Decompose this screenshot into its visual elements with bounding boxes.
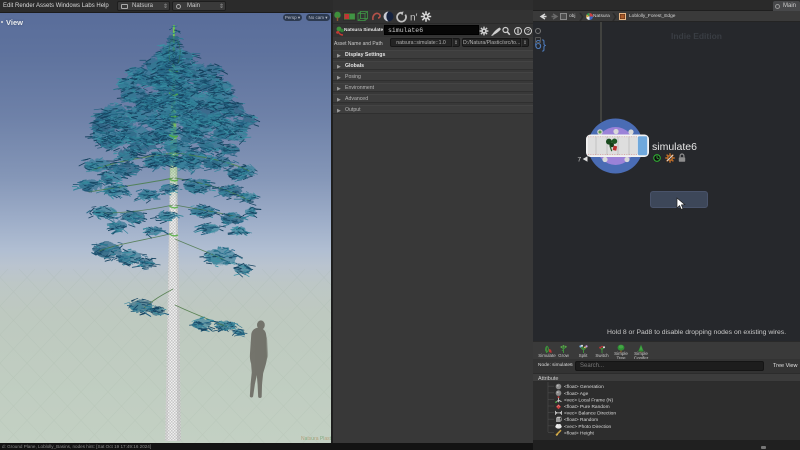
svg-text:Split: Split: [579, 353, 589, 358]
svg-text:<float> Pure Random: <float> Pure Random: [564, 404, 610, 410]
svg-text:<vec> Balance Direction: <vec> Balance Direction: [564, 411, 616, 417]
svg-text:7: 7: [578, 157, 582, 164]
svg-text:simulate6: simulate6: [652, 141, 697, 153]
svg-text:<float> Generation: <float> Generation: [564, 384, 604, 390]
svg-text:<vec> Photo Direction: <vec> Photo Direction: [564, 424, 612, 430]
svg-text:n′: n′: [410, 13, 418, 24]
svg-text:Grow: Grow: [558, 353, 570, 358]
svg-text:<float> Age: <float> Age: [564, 391, 589, 397]
svg-text:Switch: Switch: [595, 353, 609, 358]
svg-text:<float> Height: <float> Height: [564, 430, 595, 436]
svg-text:<vec> Local Frame (N): <vec> Local Frame (N): [564, 397, 613, 403]
svg-text:<float> Random: <float> Random: [564, 417, 598, 423]
svg-text:Simulate: Simulate: [538, 353, 556, 358]
svg-text:?: ?: [526, 28, 530, 35]
